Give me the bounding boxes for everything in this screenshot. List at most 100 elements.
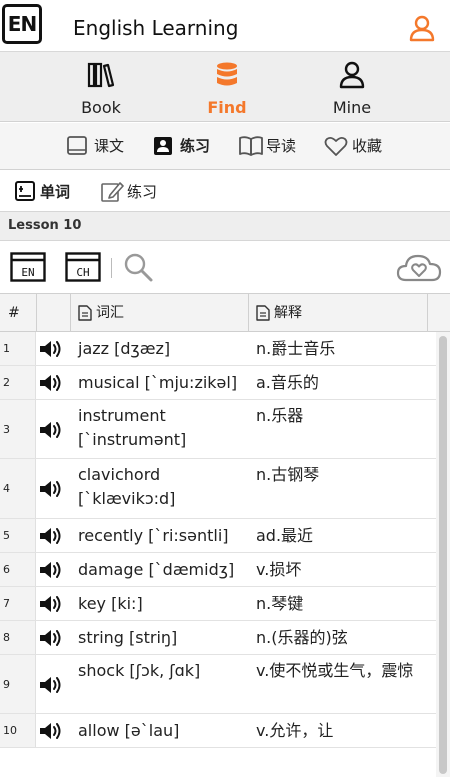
vocab-meaning: n.爵士音乐 bbox=[256, 339, 336, 358]
speaker-icon[interactable] bbox=[38, 420, 64, 444]
english-toggle-label: EN bbox=[21, 266, 34, 279]
tool-bar: EN CH bbox=[0, 242, 450, 292]
row-index-cell: 7 bbox=[0, 587, 36, 620]
vocab-word: key [ki:] bbox=[78, 594, 143, 613]
table-row[interactable]: 8 string [striŋ] n.(乐器的)弦 bbox=[0, 621, 436, 655]
vocab-word: clavichord [`klævikɔ:d] bbox=[78, 465, 176, 508]
vocab-meaning: ad.最近 bbox=[256, 526, 314, 545]
row-index-cell: 8 bbox=[0, 621, 36, 654]
vocab-word: jazz [dʒæz] bbox=[78, 339, 171, 358]
document-icon bbox=[256, 305, 270, 321]
header-meaning-label: 解释 bbox=[274, 305, 302, 321]
header-word-label: 词汇 bbox=[96, 305, 124, 321]
speaker-icon[interactable] bbox=[38, 594, 64, 618]
vocab-word: shock [ʃɔk, ʃɑk] bbox=[78, 661, 201, 680]
sub-nav: 课文 练习 导读 收藏 bbox=[0, 123, 450, 170]
row-index: 9 bbox=[3, 677, 10, 691]
mode-words[interactable]: 单词 bbox=[14, 179, 78, 205]
mode-label: 练习 bbox=[127, 183, 158, 201]
toolbar-divider bbox=[111, 258, 112, 278]
word-card-icon bbox=[15, 181, 35, 201]
table-header: # 词汇 解释 bbox=[0, 294, 450, 332]
row-index-cell: 2 bbox=[0, 366, 36, 399]
nav-label-find: Find bbox=[207, 98, 247, 117]
vocab-word: allow [ə`lau] bbox=[78, 721, 180, 740]
table-body: 1 jazz [dʒæz] n.爵士音乐 2 musical [`mju:zikəl] a… bbox=[0, 332, 436, 777]
vocab-meaning: n.(乐器的)弦 bbox=[256, 628, 348, 647]
header-meaning[interactable]: 解释 bbox=[256, 294, 426, 332]
mode-practice[interactable]: 练习 bbox=[100, 179, 164, 205]
chinese-toggle-button[interactable]: CH bbox=[65, 252, 101, 286]
row-index-cell: 4 bbox=[0, 459, 36, 518]
scrollbar-thumb[interactable] bbox=[439, 336, 447, 774]
cloud-heart-icon[interactable] bbox=[396, 252, 442, 288]
nav-book[interactable]: Book bbox=[56, 58, 146, 118]
subnav-label: 导读 bbox=[266, 137, 297, 155]
nav-label-book: Book bbox=[81, 98, 121, 117]
vocab-meaning: a.音乐的 bbox=[256, 373, 319, 392]
subnav-label: 收藏 bbox=[352, 137, 383, 155]
speaker-icon[interactable] bbox=[38, 721, 64, 745]
speaker-icon[interactable] bbox=[38, 339, 64, 363]
app-title: English Learning bbox=[73, 16, 239, 40]
subnav-favorites[interactable]: 收藏 bbox=[324, 133, 388, 159]
vocab-word: string [striŋ] bbox=[78, 628, 178, 647]
row-index: 7 bbox=[3, 597, 10, 610]
vocab-word: recently [`ri:səntli] bbox=[78, 526, 229, 545]
row-index: 4 bbox=[3, 482, 10, 495]
table-row[interactable]: 4 clavichord [`klævikɔ:d] n.古钢琴 bbox=[0, 459, 436, 519]
row-index-cell: 6 bbox=[0, 553, 36, 586]
header-word[interactable]: 词汇 bbox=[78, 294, 248, 332]
book-icon bbox=[87, 62, 115, 88]
document-icon bbox=[78, 305, 92, 321]
user-icon bbox=[339, 61, 365, 89]
table-row[interactable]: 5 recently [`ri:səntli] ad.最近 bbox=[0, 519, 436, 553]
contact-card-icon bbox=[154, 137, 172, 155]
speaker-icon[interactable] bbox=[38, 479, 64, 503]
speaker-icon[interactable] bbox=[38, 560, 64, 584]
subnav-label: 练习 bbox=[180, 137, 211, 155]
row-index-cell: 5 bbox=[0, 519, 36, 552]
subnav-label: 课文 bbox=[94, 137, 125, 155]
speaker-icon[interactable] bbox=[38, 675, 64, 699]
tablet-icon bbox=[67, 136, 87, 155]
vocab-meaning: n.乐器 bbox=[256, 406, 304, 425]
table-row[interactable]: 2 musical [`mju:zikəl] a.音乐的 bbox=[0, 366, 436, 400]
vocab-word: musical [`mju:zikəl] bbox=[78, 373, 238, 392]
table-row[interactable]: 7 key [ki:] n.琴键 bbox=[0, 587, 436, 621]
header-index: # bbox=[8, 305, 20, 321]
row-index-cell: 9 bbox=[0, 655, 36, 713]
table-row[interactable]: 9 shock [ʃɔk, ʃɑk] v.使不悦或生气，震惊 bbox=[0, 655, 436, 714]
app-logo: EN bbox=[2, 4, 42, 44]
vocabulary-table: # 词汇 解释 1 jazz [dʒæz] n.爵士音乐 2 musical [`mju… bbox=[0, 293, 450, 777]
lesson-title: Lesson 10 bbox=[8, 218, 82, 233]
search-icon[interactable] bbox=[122, 251, 154, 287]
row-index-cell: 1 bbox=[0, 332, 36, 365]
vocab-word: instrument [`instrumənt] bbox=[78, 406, 187, 449]
subnav-practice[interactable]: 练习 bbox=[152, 133, 216, 159]
lesson-bar: Lesson 10 bbox=[0, 211, 450, 241]
speaker-icon[interactable] bbox=[38, 373, 64, 397]
nav-mine[interactable]: Mine bbox=[307, 58, 397, 118]
row-index: 3 bbox=[3, 422, 10, 436]
row-index: 1 bbox=[3, 342, 10, 355]
subnav-lesson-text[interactable]: 课文 bbox=[66, 133, 130, 159]
row-index-cell: 3 bbox=[0, 400, 36, 458]
user-icon[interactable] bbox=[408, 14, 436, 42]
table-row[interactable]: 3 instrument [`instrumənt] n.乐器 bbox=[0, 400, 436, 459]
heart-icon bbox=[324, 136, 348, 156]
nav-find[interactable]: Find bbox=[182, 58, 272, 118]
speaker-icon[interactable] bbox=[38, 526, 64, 550]
english-toggle-button[interactable]: EN bbox=[10, 252, 46, 286]
row-index-cell: 10 bbox=[0, 714, 36, 747]
database-icon bbox=[217, 62, 237, 86]
table-row[interactable]: 10 allow [ə`lau] v.允许，让 bbox=[0, 714, 436, 748]
subnav-guide[interactable]: 导读 bbox=[238, 133, 302, 159]
table-row[interactable]: 1 jazz [dʒæz] n.爵士音乐 bbox=[0, 332, 436, 366]
row-index: 2 bbox=[3, 376, 10, 389]
speaker-icon[interactable] bbox=[38, 628, 64, 652]
row-index: 8 bbox=[3, 631, 10, 644]
row-index: 5 bbox=[3, 529, 10, 542]
table-row[interactable]: 6 damage [`dæmidʒ] v.损坏 bbox=[0, 553, 436, 587]
edit-icon bbox=[101, 182, 124, 202]
